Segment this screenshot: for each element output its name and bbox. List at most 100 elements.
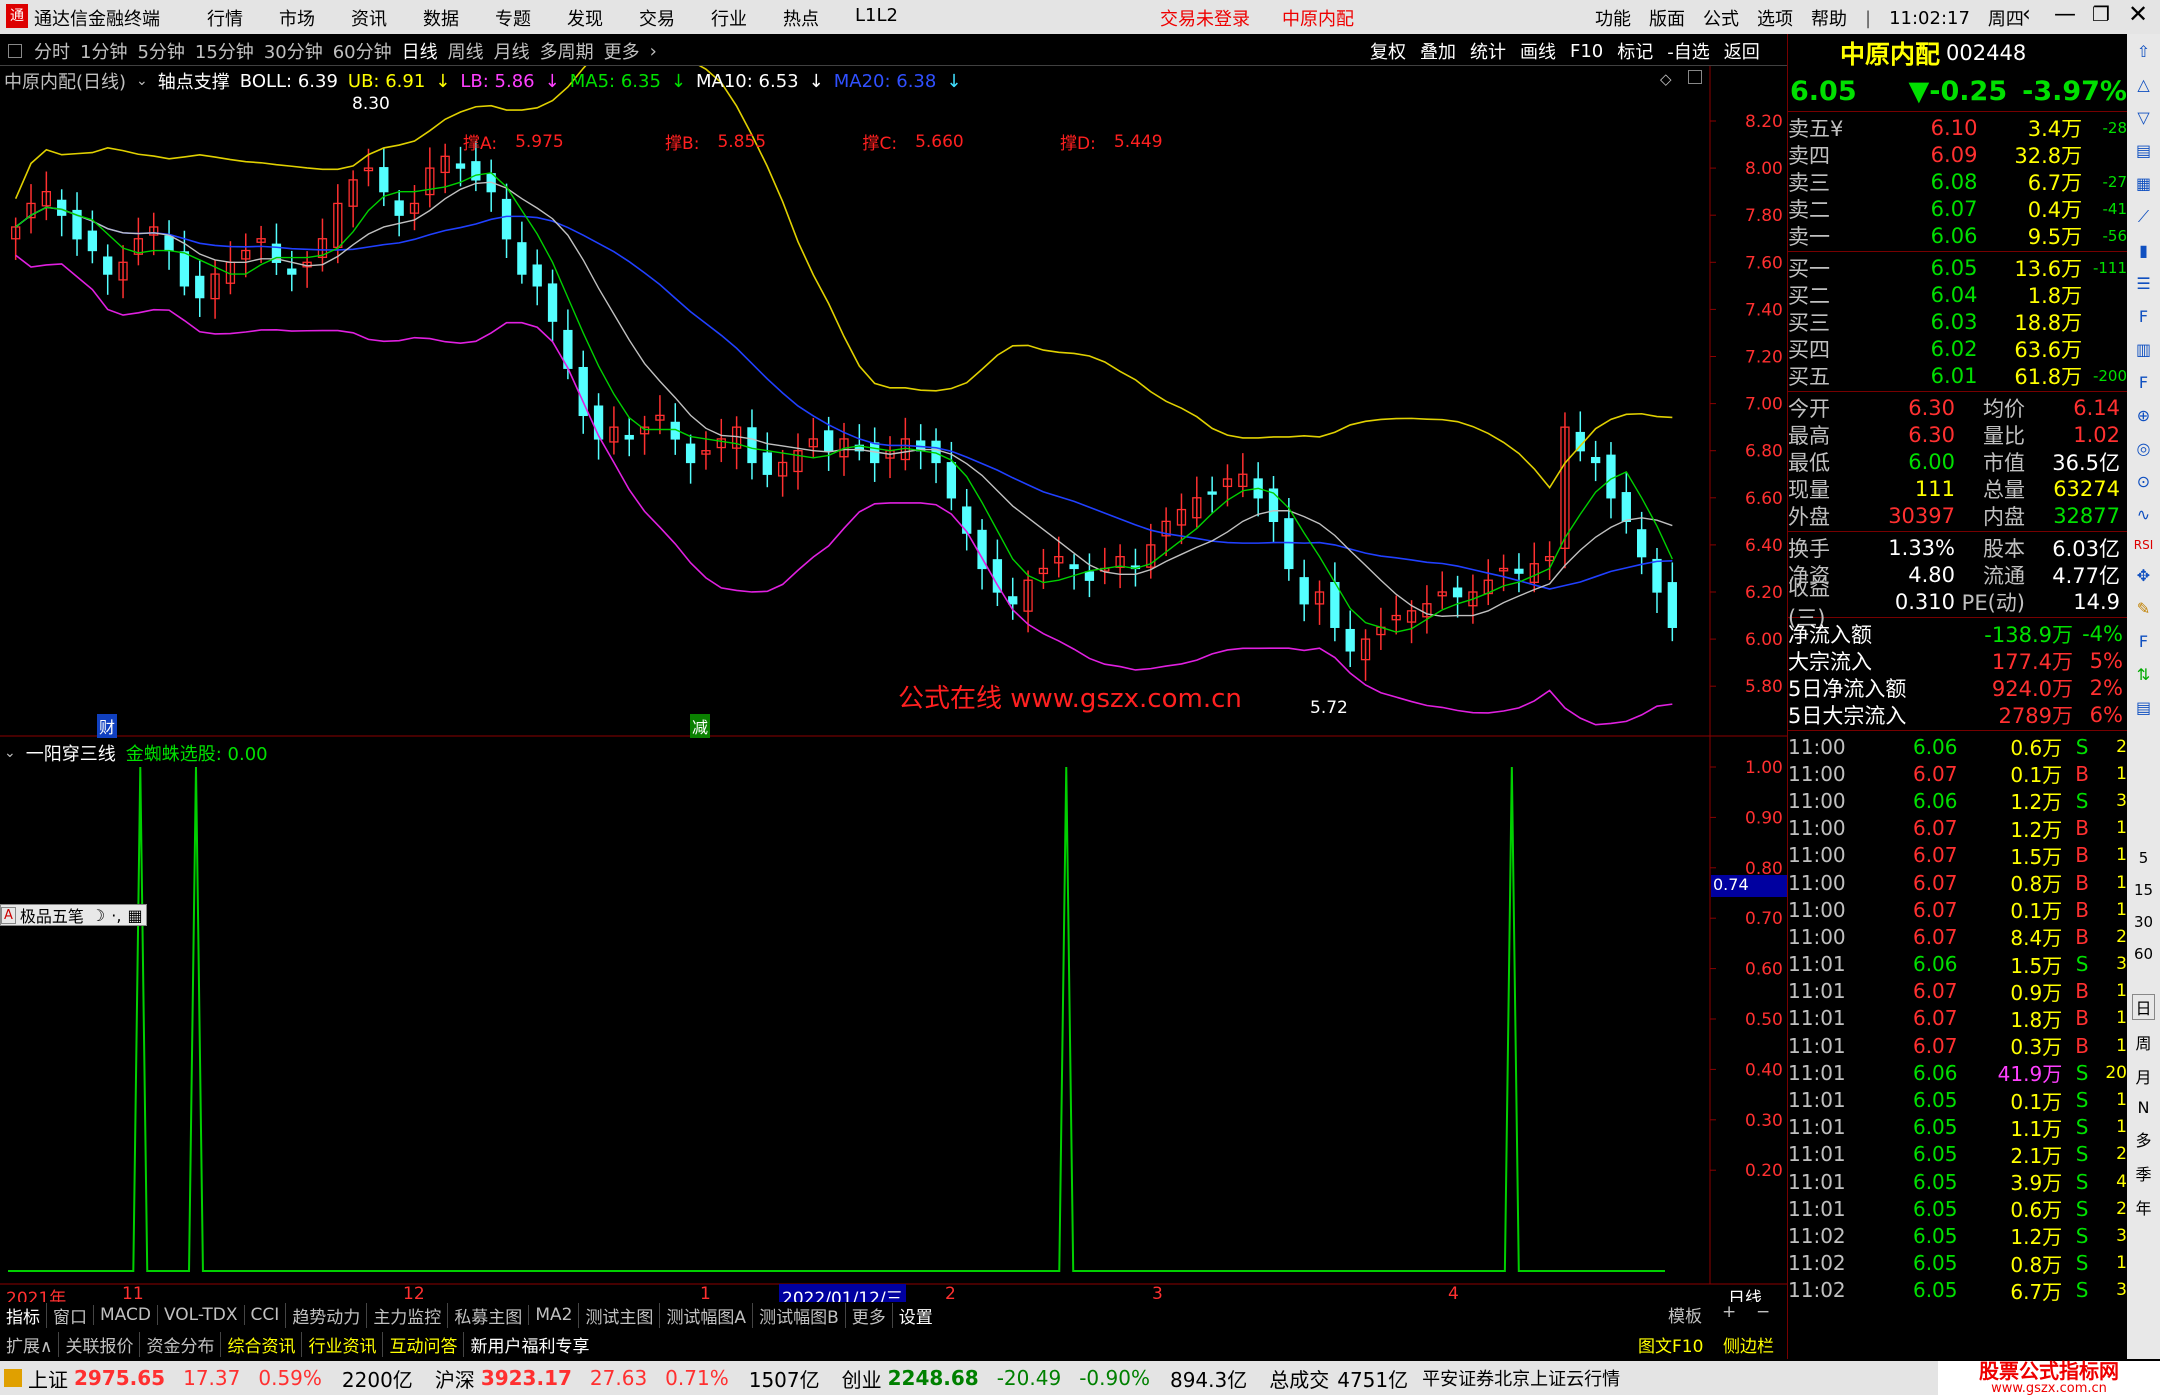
pen-icon[interactable]: ✎ bbox=[2137, 599, 2150, 618]
finance-marker[interactable]: 财 bbox=[97, 714, 118, 738]
target-icon[interactable]: ◎ bbox=[2137, 439, 2151, 458]
minute-shortcut[interactable]: 5 bbox=[2139, 849, 2149, 867]
menu-help[interactable]: 帮助 bbox=[1811, 5, 1847, 31]
period-shortcut[interactable]: 年 bbox=[2135, 1195, 2151, 1219]
tab-news[interactable]: 综合资讯 bbox=[220, 1331, 301, 1357]
minute-shortcut[interactable]: 15 bbox=[2134, 881, 2153, 899]
diamond-icon[interactable]: ◇ bbox=[1660, 70, 1672, 88]
tab-cci[interactable]: CCI bbox=[243, 1305, 286, 1325]
menu-item[interactable]: 热点 bbox=[783, 5, 855, 31]
menu-options[interactable]: 选项 bbox=[1757, 5, 1793, 31]
line-chart-icon[interactable]: ⟋ bbox=[2138, 207, 2149, 227]
tab-trend[interactable]: 趋势动力 bbox=[285, 1302, 366, 1328]
return-button[interactable]: 返回 bbox=[1724, 38, 1760, 64]
ime-bar[interactable]: A 极品五笔 ☽ ·, ▦ bbox=[0, 904, 147, 926]
remove-button[interactable]: − bbox=[1756, 1302, 1770, 1322]
menu-item[interactable]: 专题 bbox=[495, 5, 567, 31]
menu-function[interactable]: 功能 bbox=[1595, 5, 1631, 31]
punct-icon[interactable]: ·, bbox=[108, 906, 124, 925]
rsi-icon[interactable]: RSI bbox=[2134, 538, 2154, 552]
menu-item[interactable]: 资讯 bbox=[351, 5, 423, 31]
table-icon[interactable]: ▥ bbox=[2136, 340, 2151, 359]
calc-icon[interactable]: ▤ bbox=[2136, 141, 2151, 160]
tab-period[interactable]: 分时 bbox=[34, 38, 70, 64]
f10-icon[interactable]: F bbox=[2139, 307, 2148, 326]
tab-period[interactable]: 多周期 bbox=[540, 38, 594, 64]
tab-period[interactable]: 1分钟 bbox=[80, 38, 127, 64]
menu-layout[interactable]: 版面 bbox=[1649, 5, 1685, 31]
tab-monitor[interactable]: 主力监控 bbox=[366, 1302, 447, 1328]
f2-icon[interactable]: F bbox=[2139, 373, 2148, 392]
draw-button[interactable]: 画线 bbox=[1520, 38, 1556, 64]
menu-item[interactable]: 市场 bbox=[279, 5, 351, 31]
chevron-down-icon[interactable]: ⌄ bbox=[136, 73, 148, 89]
add-button[interactable]: + bbox=[1722, 1302, 1736, 1322]
tab-period[interactable]: 15分钟 bbox=[195, 38, 254, 64]
menu-item[interactable]: 数据 bbox=[423, 5, 495, 31]
tab-private[interactable]: 私募主图 bbox=[447, 1302, 528, 1328]
tick-list[interactable]: 11:00 6.06 0.6万 S 2 11:00 6.07 0.1万 B 1 11:00 6.06 1… bbox=[1788, 731, 2127, 1306]
mark-button[interactable]: 标记 bbox=[1617, 38, 1653, 64]
menu-item[interactable]: 行情 bbox=[207, 5, 279, 31]
tab-indicator[interactable]: 指标 bbox=[0, 1303, 46, 1328]
tab-period[interactable]: 更多 bbox=[604, 38, 640, 64]
tab-period[interactable]: 5分钟 bbox=[137, 38, 184, 64]
indicator-name[interactable]: 轴点支撑 bbox=[158, 68, 230, 94]
up-icon[interactable]: △ bbox=[2137, 75, 2149, 94]
tab-window[interactable]: 窗口 bbox=[46, 1302, 93, 1328]
tab-period[interactable]: 30分钟 bbox=[264, 38, 323, 64]
sort-icon[interactable]: ⇅ bbox=[2137, 665, 2150, 684]
list-icon[interactable]: ☰ bbox=[2136, 274, 2150, 293]
grid-icon[interactable]: ▦ bbox=[2136, 174, 2151, 193]
f10-button[interactable]: F10 bbox=[1570, 41, 1603, 62]
chevron-right-icon[interactable]: › bbox=[650, 41, 657, 62]
period-shortcut[interactable]: 多 bbox=[2135, 1127, 2151, 1151]
reduce-marker[interactable]: 减 bbox=[690, 714, 711, 738]
fuquan-button[interactable]: 复权 bbox=[1370, 38, 1406, 64]
minute-shortcut[interactable]: 60 bbox=[2134, 945, 2153, 963]
chart-canvas[interactable]: 8.20 8.00 7.80 7.60 7.40 7.20 7.00 6.80 6.60 6.40… bbox=[0, 66, 1787, 1302]
chart-area[interactable]: 8.20 8.00 7.80 7.60 7.40 7.20 7.00 6.80 6.60 6.40… bbox=[0, 66, 1787, 1309]
status-icon[interactable] bbox=[4, 1369, 22, 1387]
period-shortcut[interactable]: 月 bbox=[2135, 1064, 2151, 1088]
minimize-icon[interactable]: — bbox=[2054, 2, 2076, 27]
down-icon[interactable]: ▽ bbox=[2137, 108, 2149, 127]
period-shortcut[interactable]: 周 bbox=[2135, 1030, 2151, 1054]
remove-watchlist-button[interactable]: -自选 bbox=[1667, 38, 1710, 64]
kline-icon[interactable]: ▮ bbox=[2139, 241, 2148, 260]
tab-test-b[interactable]: 测试幅图B bbox=[752, 1302, 845, 1328]
cycle-icon[interactable]: ⊙ bbox=[2137, 472, 2150, 491]
ma-icon[interactable]: ∿ bbox=[2137, 505, 2150, 524]
back-icon[interactable]: ‹ bbox=[2022, 2, 2031, 27]
calc2-icon[interactable]: ▤ bbox=[2136, 698, 2151, 717]
menu-item[interactable]: 行业 bbox=[711, 5, 783, 31]
overlay-button[interactable]: 叠加 bbox=[1420, 38, 1456, 64]
tab-industry[interactable]: 行业资讯 bbox=[301, 1331, 382, 1357]
tab-qa[interactable]: 互动问答 bbox=[382, 1331, 463, 1357]
moon-icon[interactable]: ☽ bbox=[88, 906, 108, 925]
tab-period-active[interactable]: 日线 bbox=[402, 38, 438, 64]
period-shortcut[interactable]: 日 bbox=[2132, 994, 2155, 1020]
server-name[interactable]: 平安证券北京上证云行情 bbox=[1422, 1365, 1620, 1391]
template-button[interactable]: 模板 bbox=[1668, 1302, 1702, 1327]
close-icon[interactable]: ✕ bbox=[2128, 0, 2148, 28]
search-icon[interactable]: ⊕ bbox=[2137, 406, 2150, 425]
window-icon[interactable] bbox=[1688, 70, 1702, 84]
tab-period[interactable]: 60分钟 bbox=[333, 38, 392, 64]
tab-fund[interactable]: 资金分布 bbox=[139, 1331, 220, 1357]
f10-tab[interactable]: 图文F10 bbox=[1638, 1332, 1703, 1357]
menu-item[interactable]: 交易 bbox=[639, 5, 711, 31]
up-arrow-icon[interactable]: ⇧ bbox=[2137, 42, 2150, 61]
ime-icon[interactable]: A bbox=[1, 906, 16, 924]
tab-expand[interactable]: 扩展∧ bbox=[0, 1332, 58, 1357]
level-label[interactable]: L1L2 bbox=[855, 5, 898, 26]
stats-button[interactable]: 统计 bbox=[1470, 38, 1506, 64]
menu-item[interactable]: 发现 bbox=[567, 5, 639, 31]
tab-related[interactable]: 关联报价 bbox=[58, 1331, 139, 1357]
chevron-down-icon[interactable]: ⌄ bbox=[4, 745, 16, 761]
restore-icon[interactable]: ❐ bbox=[2092, 2, 2110, 26]
tab-welfare[interactable]: 新用户福利专享 bbox=[463, 1331, 595, 1357]
tab-settings[interactable]: 设置 bbox=[891, 1302, 939, 1328]
keyboard-icon[interactable]: ▦ bbox=[124, 906, 145, 925]
panel-toggle-icon[interactable] bbox=[8, 44, 22, 58]
